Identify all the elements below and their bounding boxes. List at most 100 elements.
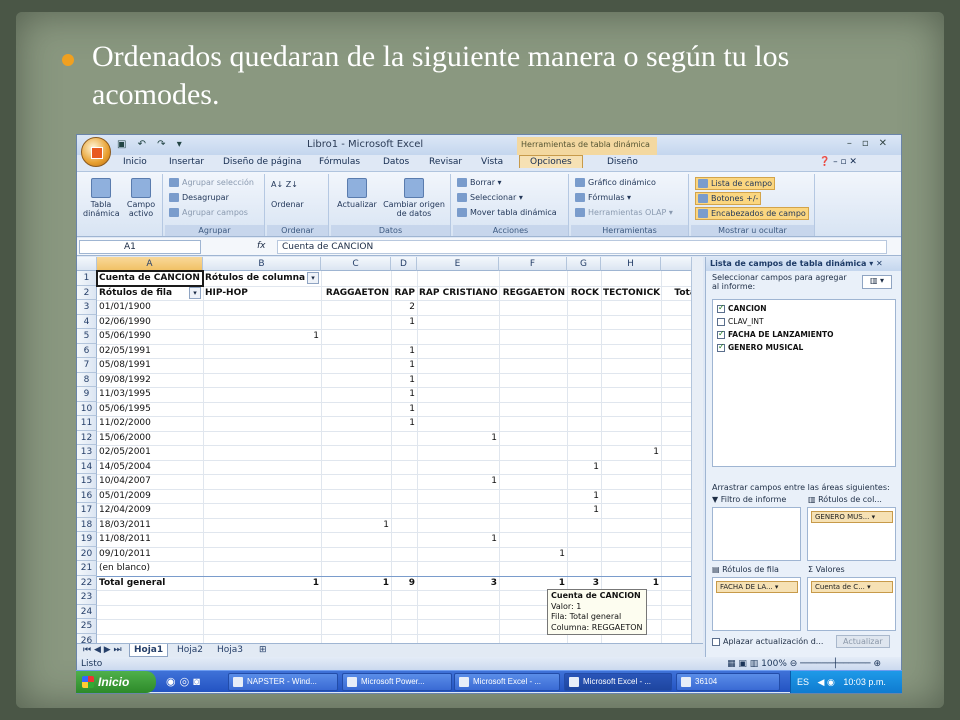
pivot-cell[interactable]: 1 [391,315,417,330]
pivot-cell[interactable]: 1 [391,373,417,388]
genre-header[interactable]: RAP [391,286,417,301]
row-label[interactable]: 14/05/2004 [97,460,203,475]
genre-header[interactable]: HIP-HOP [203,286,321,301]
column-header-e[interactable]: E [417,257,499,271]
row-label[interactable]: 18/03/2011 [97,518,203,533]
genre-header[interactable]: REGGAETON [499,286,567,301]
taskbar-item-powerpoint[interactable]: Microsoft Power... [342,673,452,691]
row-label[interactable]: 11/03/1995 [97,387,203,402]
row-header-5[interactable]: 5 [77,329,97,344]
row-header-25[interactable]: 25 [77,619,97,634]
grafico-dinamico-button[interactable]: Gráfico dinámico [575,178,656,187]
row-label[interactable]: 02/06/1990 [97,315,203,330]
column-header-a[interactable]: A [97,257,203,271]
row-label[interactable]: 11/02/2000 [97,416,203,431]
row-header-12[interactable]: 12 [77,430,97,445]
quick-launch-icons[interactable]: ◉◎◙ [166,675,204,688]
row-label[interactable]: (en blanco) [97,561,203,576]
sheet-nav-arrows[interactable]: ⏮ ◀ ▶ ⏭ [79,644,126,657]
window-controls[interactable]: –▫✕ [847,138,897,149]
tab-diseno-pagina[interactable]: Diseño de página [223,157,302,167]
vertical-scrollbar[interactable] [691,257,703,657]
row-drop-area[interactable]: FACHA DE LA... ▾ [712,577,801,631]
sheet-tab-hoja2[interactable]: Hoja2 [173,644,207,657]
agrupar-seleccion-button[interactable]: Agrupar selección [169,178,254,187]
total-cell[interactable]: 1 [321,576,391,591]
column-header-c[interactable]: C [321,257,391,271]
tab-datos[interactable]: Datos [383,157,409,167]
taskbar-item-folder[interactable]: 36104 [676,673,780,691]
total-cell[interactable]: 9 [391,576,417,591]
row-label[interactable]: 15/06/2000 [97,431,203,446]
row-header-13[interactable]: 13 [77,445,97,460]
tray-icons[interactable]: ◀ ◉ [818,677,835,687]
panel-close-icon[interactable]: ▾ ✕ [869,259,883,268]
genre-header[interactable]: ROCK [567,286,601,301]
sheet-tab-hoja1[interactable]: Hoja1 [129,644,169,657]
row-header-10[interactable]: 10 [77,401,97,416]
help-icon[interactable]: ❓ – ▫ ✕ [819,157,857,167]
field-cancion[interactable]: CANCION [717,303,767,313]
pivot-cell[interactable]: 1 [417,431,499,446]
pivot-cell[interactable]: 2 [391,300,417,315]
row-label[interactable]: 11/08/2011 [97,532,203,547]
total-cell[interactable]: 3 [417,576,499,591]
pivot-cell[interactable]: 1 [417,532,499,547]
pivot-cell[interactable]: 1 [499,547,567,562]
column-labels-header[interactable]: Rótulos de columna [203,271,321,286]
botones-button[interactable]: Botones +/- [695,192,762,205]
fx-icon[interactable]: fx [257,241,266,251]
name-box[interactable]: A1 [79,240,201,254]
pivot-cell[interactable]: 1 [567,503,601,518]
tab-insertar[interactable]: Insertar [169,157,204,167]
pivot-cell[interactable]: 1 [391,387,417,402]
tab-diseno[interactable]: Diseño [607,157,638,167]
encabezados-button[interactable]: Encabezados de campo [695,207,809,220]
pivot-cell[interactable]: 1 [601,445,661,460]
tab-vista[interactable]: Vista [481,157,503,167]
zoom-control[interactable]: ▦ ▣ ▥ 100% ⊖ ──────┼────── ⊕ [727,657,881,671]
total-cell[interactable]: 1 [601,576,661,591]
lista-campo-button[interactable]: Lista de campo [695,177,776,190]
olap-button[interactable]: Herramientas OLAP ▾ [575,208,673,217]
pivot-cell[interactable]: 1 [391,344,417,359]
formulas-button[interactable]: Fórmulas ▾ [575,193,631,202]
row-header-17[interactable]: 17 [77,503,97,518]
total-cell[interactable]: 3 [567,576,601,591]
values-drop-area[interactable]: Cuenta de C... ▾ [807,577,896,631]
defer-update[interactable]: Aplazar actualización d... [712,637,823,646]
row-filter-dropdown-icon[interactable]: ▾ [189,286,201,299]
desagrupar-button[interactable]: Desagrupar [169,193,229,202]
checkbox-icon[interactable] [717,303,725,313]
mover-tabla-button[interactable]: Mover tabla dinámica [457,208,557,217]
office-button[interactable] [81,137,111,167]
row-label[interactable]: 12/04/2009 [97,503,203,518]
language-indicator[interactable]: ES [797,677,809,687]
checkbox-icon[interactable] [717,329,725,339]
column-header-extra[interactable] [661,257,691,271]
row-label[interactable]: 09/08/1992 [97,373,203,388]
row-header-2[interactable]: 2 [77,285,97,300]
update-button[interactable]: Actualizar [836,635,890,648]
row-label[interactable]: 05/06/1990 [97,329,203,344]
row-header-16[interactable]: 16 [77,488,97,503]
pivot-cell[interactable]: 1 [391,402,417,417]
taskbar-item-excel-2[interactable]: Microsoft Excel - ... [564,673,672,691]
row-header-6[interactable]: 6 [77,343,97,358]
row-header-23[interactable]: 23 [77,590,97,605]
total-label[interactable]: Total general [97,576,203,591]
quick-access-toolbar[interactable]: ▣ ↶ ↷ ▾ [117,139,186,150]
field-clav-int[interactable]: CLAV_INT [717,317,764,326]
row-label[interactable]: 05/08/1991 [97,358,203,373]
row-header-21[interactable]: 21 [77,561,97,576]
genre-header[interactable]: RAGGAETON [321,286,391,301]
taskbar-item-excel-1[interactable]: Microsoft Excel - ... [454,673,560,691]
checkbox-icon[interactable] [717,318,725,326]
values-field-chip[interactable]: Cuenta de C... ▾ [811,581,893,593]
column-drop-area[interactable]: GENERO MUS... ▾ [807,507,896,561]
start-button[interactable]: Inicio [76,671,156,693]
column-field-chip[interactable]: GENERO MUS... ▾ [811,511,893,523]
row-label[interactable]: 02/05/1991 [97,344,203,359]
row-label[interactable]: 10/04/2007 [97,474,203,489]
cambiar-origen-button[interactable]: Cambiar origen de datos [381,178,447,218]
